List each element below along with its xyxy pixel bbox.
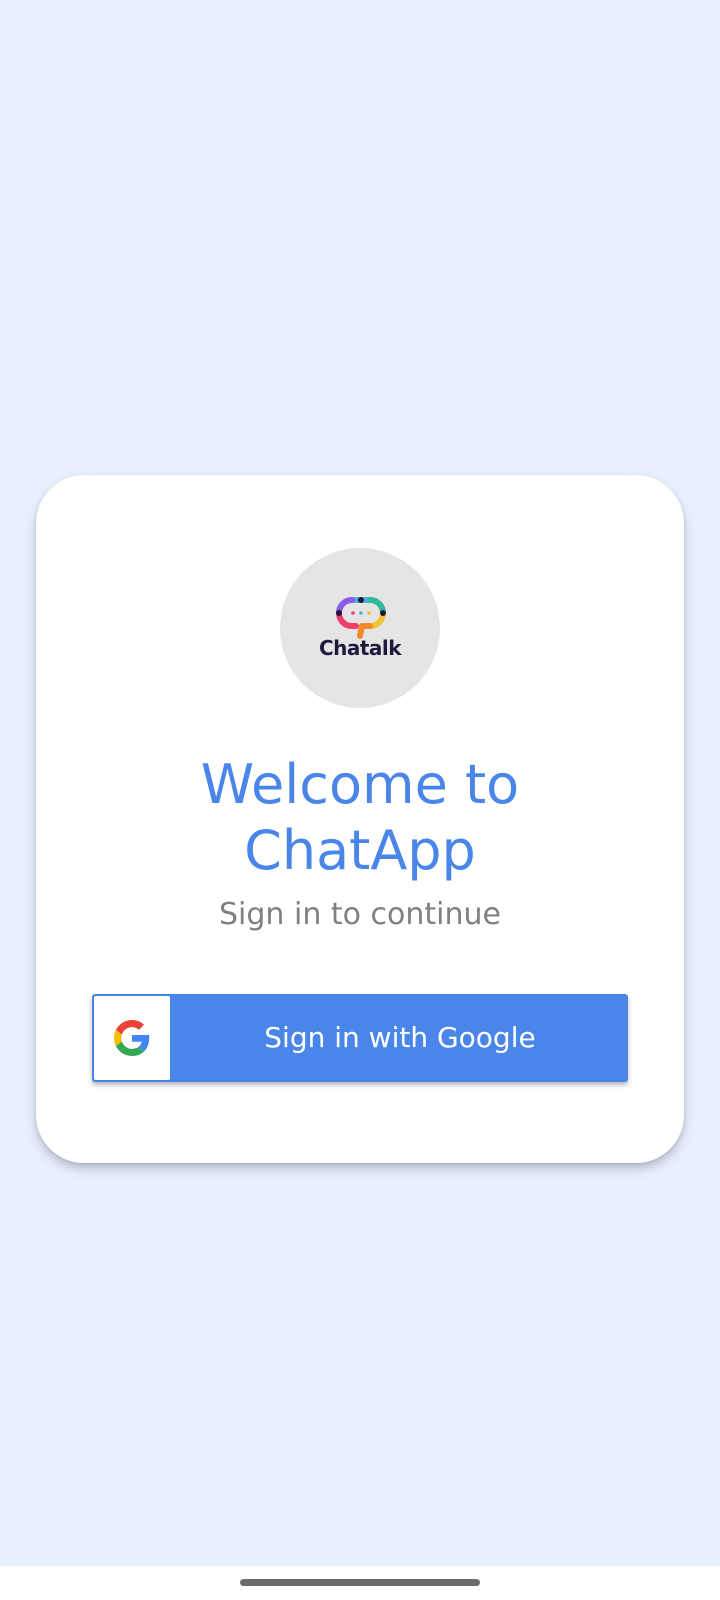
app-logo: Chatalk bbox=[280, 548, 440, 708]
chat-bubble-logo-icon bbox=[336, 597, 386, 639]
google-icon-container bbox=[94, 996, 170, 1080]
system-navigation-bar bbox=[0, 1566, 720, 1600]
signin-subtitle: Sign in to continue bbox=[219, 897, 501, 932]
welcome-title: Welcome to ChatApp bbox=[36, 752, 684, 884]
logo-wordmark: Chatalk bbox=[318, 636, 402, 660]
login-card: Chatalk Welcome to ChatApp Sign in to co… bbox=[36, 475, 684, 1163]
login-screen: Chatalk Welcome to ChatApp Sign in to co… bbox=[0, 0, 720, 1566]
welcome-title-line2: ChatApp bbox=[244, 819, 476, 882]
google-g-icon bbox=[114, 1020, 150, 1056]
google-signin-button[interactable]: Sign in with Google bbox=[92, 994, 628, 1082]
home-indicator[interactable] bbox=[240, 1579, 480, 1586]
google-signin-label: Sign in with Google bbox=[264, 1021, 536, 1054]
welcome-title-line1: Welcome to bbox=[200, 753, 520, 816]
